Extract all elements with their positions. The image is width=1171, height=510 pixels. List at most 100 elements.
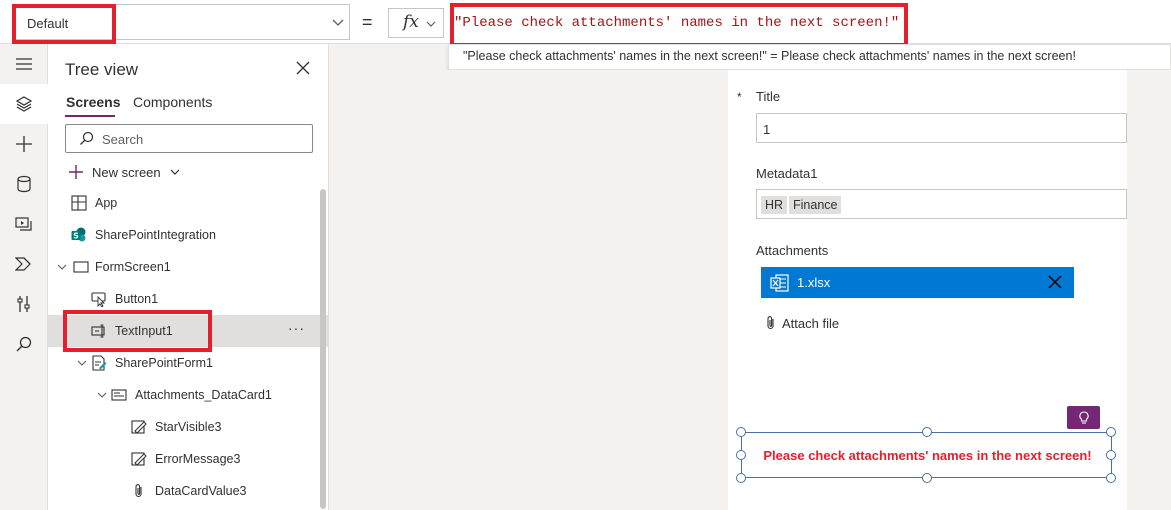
resize-handle-top[interactable] [922, 427, 932, 437]
tag-hr[interactable]: HR [761, 196, 788, 214]
tree-view-title: Tree view [65, 60, 139, 79]
formula-text: "Please check attachments' names in the … [454, 15, 900, 31]
sharepoint-icon: S [71, 227, 86, 242]
tree-item-label: DataCardValue3 [155, 484, 247, 498]
tree-item-formscreen1[interactable]: FormScreen1 [48, 251, 329, 283]
svg-text:S: S [73, 232, 79, 241]
tree-item-label: ErrorMessage3 [155, 452, 241, 466]
left-rail [0, 44, 48, 510]
attach-file-button[interactable]: Attach file [764, 315, 839, 331]
warning-message: Please check attachments' names in the n… [763, 448, 1092, 463]
tree-item-app[interactable]: App [48, 187, 329, 219]
title-value: 1 [763, 122, 771, 137]
app-icon [71, 195, 87, 211]
plus-icon [69, 165, 83, 179]
text-input-icon [91, 324, 105, 338]
tree-item-label: SharePointForm1 [115, 356, 213, 370]
data-button[interactable] [0, 164, 48, 204]
tab-screens[interactable]: Screens [66, 94, 120, 110]
close-icon[interactable] [1048, 275, 1062, 289]
tree-item-starvisible3[interactable]: StarVisible3 [48, 411, 329, 443]
search-input[interactable]: Search [65, 124, 313, 153]
paperclip-icon [767, 316, 774, 330]
formula-bar: Default = fx "Please check attachments' … [0, 0, 1171, 44]
chevron-down-icon [332, 19, 344, 26]
form-icon [92, 355, 107, 371]
search-icon [80, 131, 94, 145]
title-input[interactable]: 1 [756, 113, 1127, 143]
tree-view-button[interactable] [0, 84, 48, 124]
resize-handle-left[interactable] [736, 450, 746, 460]
search-icon [16, 336, 32, 352]
power-automate-button[interactable] [0, 244, 48, 284]
tree-item-sharepointintegration[interactable]: S SharePointIntegration [48, 219, 329, 251]
insert-button[interactable] [0, 124, 48, 164]
media-button[interactable] [0, 204, 48, 244]
attachment-icon [135, 484, 142, 498]
layers-icon [15, 96, 33, 112]
advanced-tools-button[interactable] [0, 284, 48, 324]
ideas-button[interactable] [1067, 406, 1100, 429]
selected-textinput[interactable]: Please check attachments' names in the n… [736, 427, 1116, 483]
chevron-down-icon [426, 21, 436, 27]
fx-icon: fx [403, 12, 419, 32]
property-dropdown[interactable]: Default [12, 4, 350, 40]
database-icon [17, 175, 31, 193]
media-icon [15, 217, 32, 231]
tree-item-errormessage3[interactable]: ErrorMessage3 [48, 443, 329, 475]
resize-handle-bottom[interactable] [922, 473, 932, 483]
attach-file-label: Attach file [782, 315, 840, 331]
tree-item-label: Button1 [115, 292, 159, 306]
tree-scrollbar[interactable] [320, 189, 326, 509]
close-icon[interactable] [295, 60, 311, 76]
property-value: Default [27, 16, 69, 31]
equals-sign: = [362, 12, 373, 32]
chevron-down-icon[interactable] [76, 357, 88, 369]
menu-button[interactable] [0, 44, 48, 84]
tree-item-sharepointform1[interactable]: SharePointForm1 [48, 347, 329, 379]
datacard-icon [111, 389, 127, 401]
lightbulb-icon [1078, 410, 1089, 424]
attachment-filename: 1.xlsx [797, 275, 831, 290]
tree-item-label: App [95, 196, 118, 210]
tab-components[interactable]: Components [133, 94, 212, 110]
screen-icon [73, 261, 89, 273]
title-label: Title [756, 89, 781, 104]
tag-finance[interactable]: Finance [789, 196, 842, 214]
resize-handle-right[interactable] [1106, 450, 1116, 460]
attachments-label: Attachments [756, 243, 829, 258]
excel-file-icon [770, 274, 789, 292]
fx-button[interactable]: fx [388, 8, 444, 38]
chevron-down-icon [170, 169, 180, 175]
tree-item-label: Attachments_DataCard1 [135, 388, 272, 402]
formula-preview-text: "Please check attachments' names in the … [463, 49, 1076, 63]
tree-item-datacardvalue3[interactable]: DataCardValue3 [48, 475, 329, 507]
metadata-label: Metadata1 [756, 166, 818, 181]
resize-handle-bottom-left[interactable] [736, 473, 746, 483]
label-icon [131, 452, 147, 466]
metadata-field[interactable]: HR Finance [756, 189, 1127, 219]
resize-handle-top-right[interactable] [1106, 427, 1116, 437]
required-star: * [737, 90, 742, 104]
more-options-icon[interactable]: ··· [288, 320, 305, 336]
tree-item-textinput1[interactable]: TextInput1 ··· [48, 315, 329, 347]
attachment-item[interactable]: 1.xlsx [761, 267, 1074, 298]
tree-item-attachments-datacard1[interactable]: Attachments_DataCard1 [48, 379, 329, 411]
tree-item-button1[interactable]: Button1 [48, 283, 329, 315]
power-automate-icon [15, 257, 31, 271]
formula-input[interactable]: "Please check attachments' names in the … [450, 6, 1171, 40]
tree-item-label: TextInput1 [115, 324, 173, 338]
formula-preview: "Please check attachments' names in the … [448, 44, 1171, 70]
chevron-down-icon[interactable] [56, 261, 68, 273]
tree-view-panel: Tree view Screens Components Search New … [48, 44, 329, 510]
tab-underline [65, 115, 115, 117]
search-button[interactable] [0, 324, 48, 364]
tools-icon [17, 296, 30, 312]
resize-handle-top-left[interactable] [736, 427, 746, 437]
hamburger-icon [16, 58, 32, 70]
chevron-down-icon[interactable] [96, 389, 108, 401]
tree-item-label: SharePointIntegration [95, 228, 216, 242]
new-screen-button[interactable]: New screen [68, 162, 181, 182]
label-icon [131, 420, 147, 434]
resize-handle-bottom-right[interactable] [1106, 473, 1116, 483]
